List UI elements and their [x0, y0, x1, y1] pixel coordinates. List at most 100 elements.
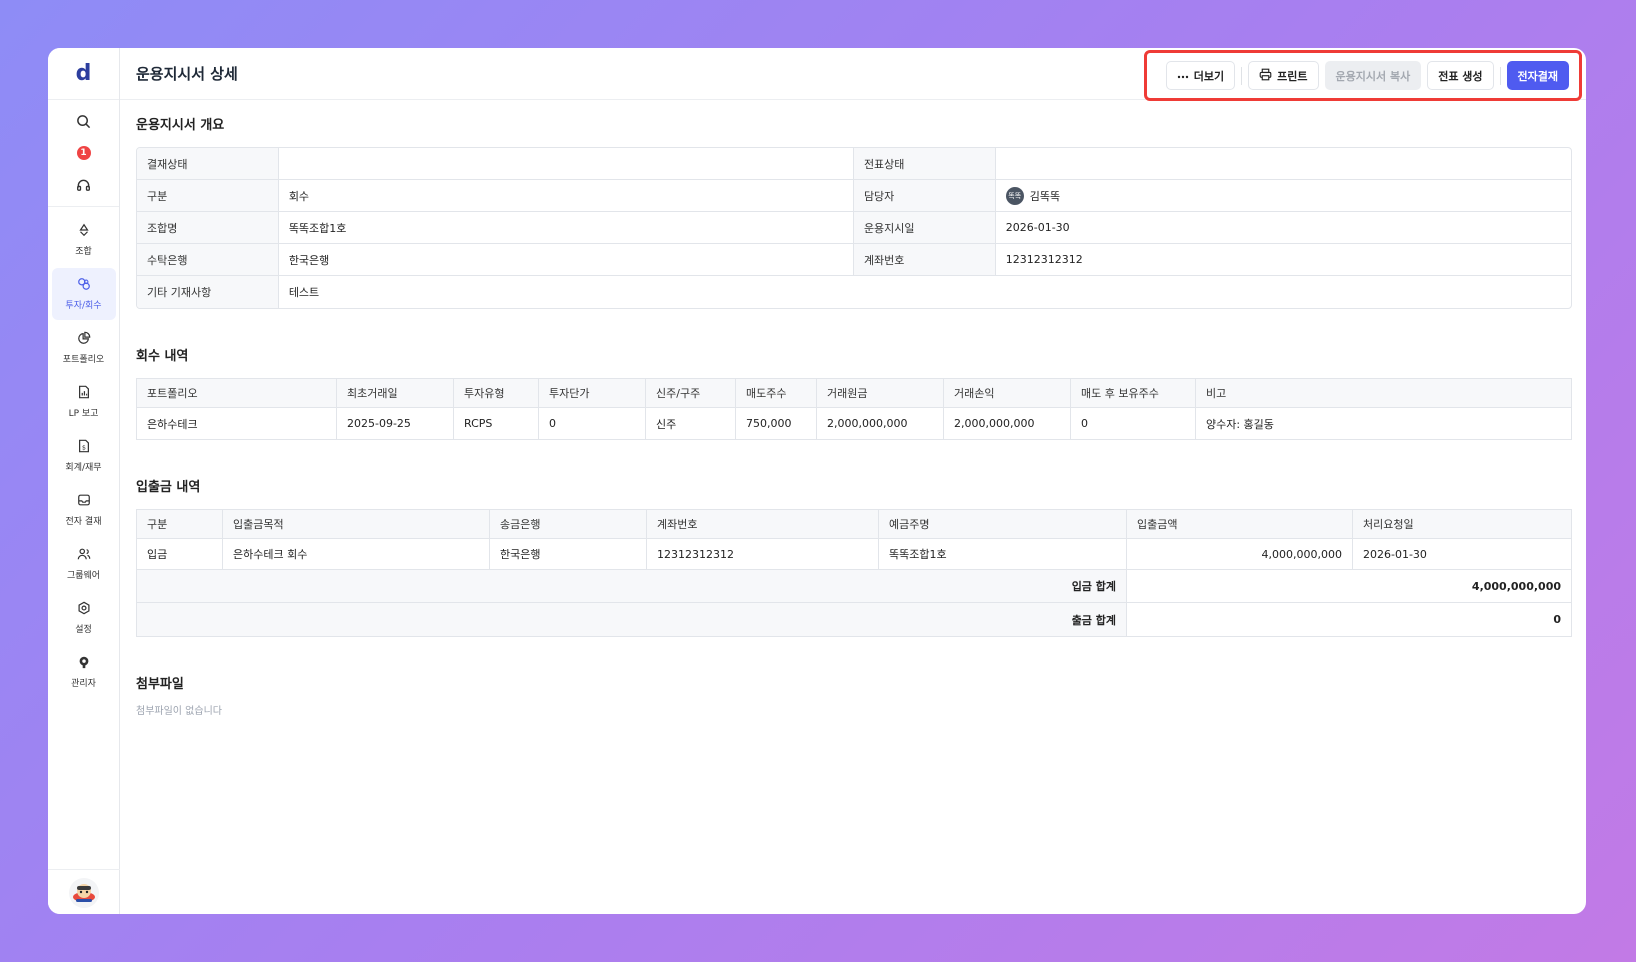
- user-avatar[interactable]: [69, 878, 99, 908]
- column-header: 처리요청일: [1353, 510, 1571, 539]
- ellipsis-icon: [1177, 69, 1189, 82]
- main-area: 운용지시서 상세 더보기 프린트 운용지시서 복사 전표 생성 전자결재 운용지…: [120, 48, 1586, 914]
- sidebar-divider: [48, 869, 120, 870]
- page-title: 운용지시서 상세: [136, 65, 238, 83]
- sidebar-item-fund[interactable]: 조합: [52, 214, 116, 266]
- cashflow-section-title: 입출금 내역: [136, 480, 201, 495]
- manager-name: 김똑똑: [1029, 189, 1061, 203]
- sidebar-item-label: 포트폴리오: [62, 355, 105, 365]
- headset-icon[interactable]: [73, 174, 95, 196]
- sidebar-item-lp[interactable]: LP 보고: [52, 376, 116, 428]
- notification-count: 1: [76, 146, 91, 160]
- table-cell: 750,000: [736, 408, 817, 439]
- sidebar-item-label: 투자/회수: [65, 301, 102, 311]
- sidebar-item-label: 그룹웨어: [66, 571, 101, 581]
- table-cell: 0: [1071, 408, 1196, 439]
- sidebar-item-approval[interactable]: 전자 결재: [52, 484, 116, 536]
- approval-status-value: [278, 148, 854, 180]
- admin-icon: [77, 655, 91, 672]
- sidebar-item-invest[interactable]: 투자/회수: [51, 268, 116, 320]
- sidebar-item-settings[interactable]: 설정: [52, 592, 116, 644]
- column-header: 입출금액: [1127, 510, 1353, 539]
- deposit-total-value: 4,000,000,000: [1127, 570, 1571, 603]
- copy-instruction-button[interactable]: 운용지시서 복사: [1324, 61, 1422, 90]
- column-header: 송금은행: [490, 510, 647, 539]
- app-logo[interactable]: d: [48, 48, 119, 100]
- sidebar-item-label: LP 보고: [68, 409, 99, 419]
- deposit-total-row: 입금 합계 4,000,000,000: [137, 570, 1571, 603]
- etc-value: 테스트: [288, 286, 320, 299]
- attachments-section-title: 첨부파일: [136, 677, 184, 692]
- sidebar-item-label: 조합: [75, 247, 92, 257]
- actions-divider: [1241, 66, 1243, 85]
- sidebar-item-label: 회계/재무: [65, 463, 102, 473]
- coins-icon: [77, 277, 91, 294]
- inbox-icon: [77, 493, 91, 510]
- column-header: 비고: [1196, 379, 1571, 408]
- recycle-icon: [77, 223, 91, 240]
- manager-label: 담당자: [853, 180, 996, 212]
- table-cell: 2,000,000,000: [944, 408, 1071, 439]
- column-header: 거래손익: [944, 379, 1071, 408]
- table-header-row: 포트폴리오 최초거래일 투자유형 투자단가 신주/구주 매도주수 거래원금 거래…: [137, 379, 1571, 408]
- sidebar-item-groupware[interactable]: 그룹웨어: [52, 538, 116, 590]
- sidebar-item-portfolio[interactable]: 포트폴리오: [52, 322, 116, 374]
- table-cell: 4,000,000,000: [1127, 539, 1353, 570]
- sidebar-item-admin[interactable]: 관리자: [52, 646, 116, 698]
- print-button[interactable]: 프린트: [1248, 61, 1319, 90]
- column-header: 거래원금: [817, 379, 944, 408]
- instruction-date-value: 2026-01-30: [995, 212, 1571, 244]
- table-row: 조합명 똑똑조합1호 운용지시일 2026-01-30: [137, 212, 1571, 244]
- svg-text:$: $: [82, 445, 86, 452]
- table-row: 기타 기재사항 테스트: [137, 276, 1571, 308]
- e-approval-button[interactable]: 전자결재: [1506, 61, 1569, 90]
- voucher-status-value: [995, 148, 1571, 180]
- withdrawal-total-label: 출금 합계: [137, 603, 1127, 636]
- deposit-total-label: 입금 합계: [137, 570, 1127, 603]
- column-header: 신주/구주: [646, 379, 736, 408]
- create-voucher-button[interactable]: 전표 생성: [1427, 61, 1494, 90]
- bank-value: 한국은행: [278, 244, 854, 276]
- fund-label: 조합명: [137, 212, 279, 244]
- page-header: 운용지시서 상세 더보기 프린트 운용지시서 복사 전표 생성 전자결재: [120, 48, 1586, 101]
- search-icon[interactable]: [73, 110, 95, 132]
- printer-icon: [1259, 68, 1272, 84]
- table-cell: 2,000,000,000: [817, 408, 944, 439]
- withdrawal-total-row: 출금 합계 0: [137, 603, 1571, 636]
- column-header: 계좌번호: [647, 510, 879, 539]
- etc-label: 기타 기재사항: [137, 276, 279, 308]
- sidebar-item-label: 전자 결재: [65, 517, 102, 527]
- column-header: 포트폴리오: [137, 379, 337, 408]
- recovery-table: 포트폴리오 최초거래일 투자유형 투자단가 신주/구주 매도주수 거래원금 거래…: [136, 378, 1572, 440]
- table-cell: 은하수테크: [137, 408, 337, 439]
- column-header: 구분: [137, 510, 223, 539]
- app-window: d 1 조합 투자/회수 포트폴리오 LP 보고 $ 회계/재무 전자 결재 그…: [48, 48, 1586, 914]
- sidebar-item-label: 관리자: [71, 679, 96, 689]
- notification-badge[interactable]: 1: [73, 142, 95, 164]
- bank-label: 수탁은행: [137, 244, 279, 276]
- recovery-section-title: 회수 내역: [136, 349, 189, 364]
- table-row: 은하수테크 2025-09-25 RCPS 0 신주 750,000 2,000…: [137, 408, 1571, 439]
- table-row: 구분 회수 담당자 똑똑 김똑똑: [137, 180, 1571, 212]
- table-row: 결재상태 전표상태: [137, 148, 1571, 180]
- sidebar-item-account[interactable]: $ 회계/재무: [52, 430, 116, 482]
- table-cell: 0: [539, 408, 646, 439]
- overview-section-title: 운용지시서 개요: [136, 118, 225, 133]
- withdrawal-total-value: 0: [1127, 603, 1571, 636]
- manager-value: 똑똑 김똑똑: [995, 180, 1571, 212]
- finance-file-icon: $: [77, 439, 91, 456]
- cashflow-table: 구분 입출금목적 송금은행 계좌번호 예금주명 입출금액 처리요청일 입금 은하…: [136, 509, 1572, 637]
- table-row: 수탁은행 한국은행 계좌번호 12312312312: [137, 244, 1571, 276]
- manager-person: 똑똑 김똑똑: [1005, 186, 1561, 205]
- sidebar: d 1 조합 투자/회수 포트폴리오 LP 보고 $ 회계/재무 전자 결재 그…: [48, 48, 120, 914]
- attachments-empty-text: 첨부파일이 없습니다: [136, 706, 222, 717]
- more-button-label: 더보기: [1193, 69, 1225, 83]
- table-cell: 양수자: 홍길동: [1206, 417, 1274, 431]
- more-button[interactable]: 더보기: [1165, 61, 1236, 90]
- manager-avatar: 똑똑: [1005, 186, 1024, 205]
- column-header: 입출금목적: [223, 510, 490, 539]
- column-header: 최초거래일: [337, 379, 454, 408]
- approval-status-label: 결재상태: [137, 148, 279, 180]
- column-header: 매도주수: [736, 379, 817, 408]
- instruction-date-label: 운용지시일: [853, 212, 996, 244]
